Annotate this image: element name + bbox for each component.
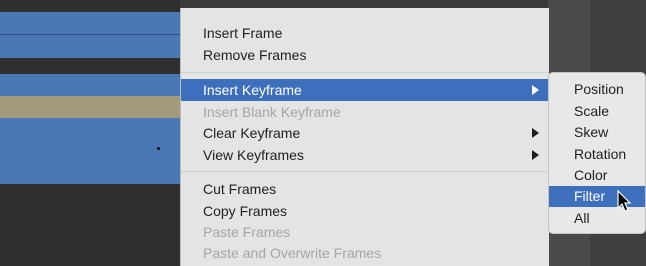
submenu-arrow-icon [532, 85, 539, 95]
menu-item-remove-frames[interactable]: Remove Frames [181, 44, 549, 66]
submenu-item-position[interactable]: Position [549, 79, 645, 100]
submenu-item-label: Skew [574, 124, 609, 140]
menu-item-label: Insert Frame [203, 25, 283, 41]
submenu-item-color[interactable]: Color [549, 165, 645, 186]
submenu-item-label: Filter [574, 188, 606, 204]
keyframe-dot[interactable] [157, 147, 160, 150]
submenu-item-label: Scale [574, 103, 610, 119]
menu-item-label: Remove Frames [203, 47, 307, 63]
menu-item-cut-frames[interactable]: Cut Frames [181, 178, 549, 200]
menu-item-insert-frame[interactable]: Insert Frame [181, 22, 549, 44]
timeline-layer-row[interactable] [0, 162, 180, 184]
menu-item-clear-keyframe[interactable]: Clear Keyframe [181, 122, 549, 144]
menu-item-paste-and-overwrite-frames: Paste and Overwrite Frames [181, 242, 549, 264]
menu-item-insert-blank-keyframe: Insert Blank Keyframe [181, 101, 549, 123]
mouse-pointer-icon [617, 190, 632, 212]
menu-item-label: Paste Frames [203, 224, 291, 240]
timeline-layer-row[interactable] [0, 74, 180, 96]
submenu-item-rotation[interactable]: Rotation [549, 144, 645, 165]
submenu-item-label: All [574, 210, 590, 226]
context-menu: Insert Frame Remove Frames Insert Keyfra… [180, 8, 549, 266]
menu-item-label: View Keyframes [203, 147, 304, 163]
menu-separator [181, 171, 549, 172]
menu-item-label: Insert Keyframe [203, 82, 302, 98]
menu-item-label: Paste and Overwrite Frames [203, 245, 382, 261]
menu-item-label: Copy Frames [203, 203, 288, 219]
menu-item-label: Insert Blank Keyframe [203, 104, 341, 120]
menu-item-label: Cut Frames [203, 181, 277, 197]
submenu-item-label: Rotation [574, 146, 627, 162]
submenu-arrow-icon [532, 150, 539, 160]
timeline-layer-row[interactable] [0, 140, 180, 162]
submenu-arrow-icon [532, 128, 539, 138]
menu-separator [181, 72, 549, 73]
timeline-layer-row[interactable] [0, 118, 180, 140]
menu-item-copy-frames[interactable]: Copy Frames [181, 200, 549, 222]
menu-item-label: Clear Keyframe [203, 125, 301, 141]
menu-item-insert-keyframe[interactable]: Insert Keyframe [181, 79, 549, 101]
submenu-item-label: Position [574, 81, 624, 97]
menu-item-view-keyframes[interactable]: View Keyframes [181, 144, 549, 166]
submenu-item-label: Color [574, 167, 608, 183]
submenu-item-scale[interactable]: Scale [549, 101, 645, 122]
timeline-layer-row[interactable] [0, 12, 180, 58]
submenu-item-skew[interactable]: Skew [549, 122, 645, 143]
timeline-layer-row-selected[interactable] [0, 96, 180, 118]
menu-item-paste-frames: Paste Frames [181, 221, 549, 243]
timeline-row-divider [0, 34, 180, 35]
